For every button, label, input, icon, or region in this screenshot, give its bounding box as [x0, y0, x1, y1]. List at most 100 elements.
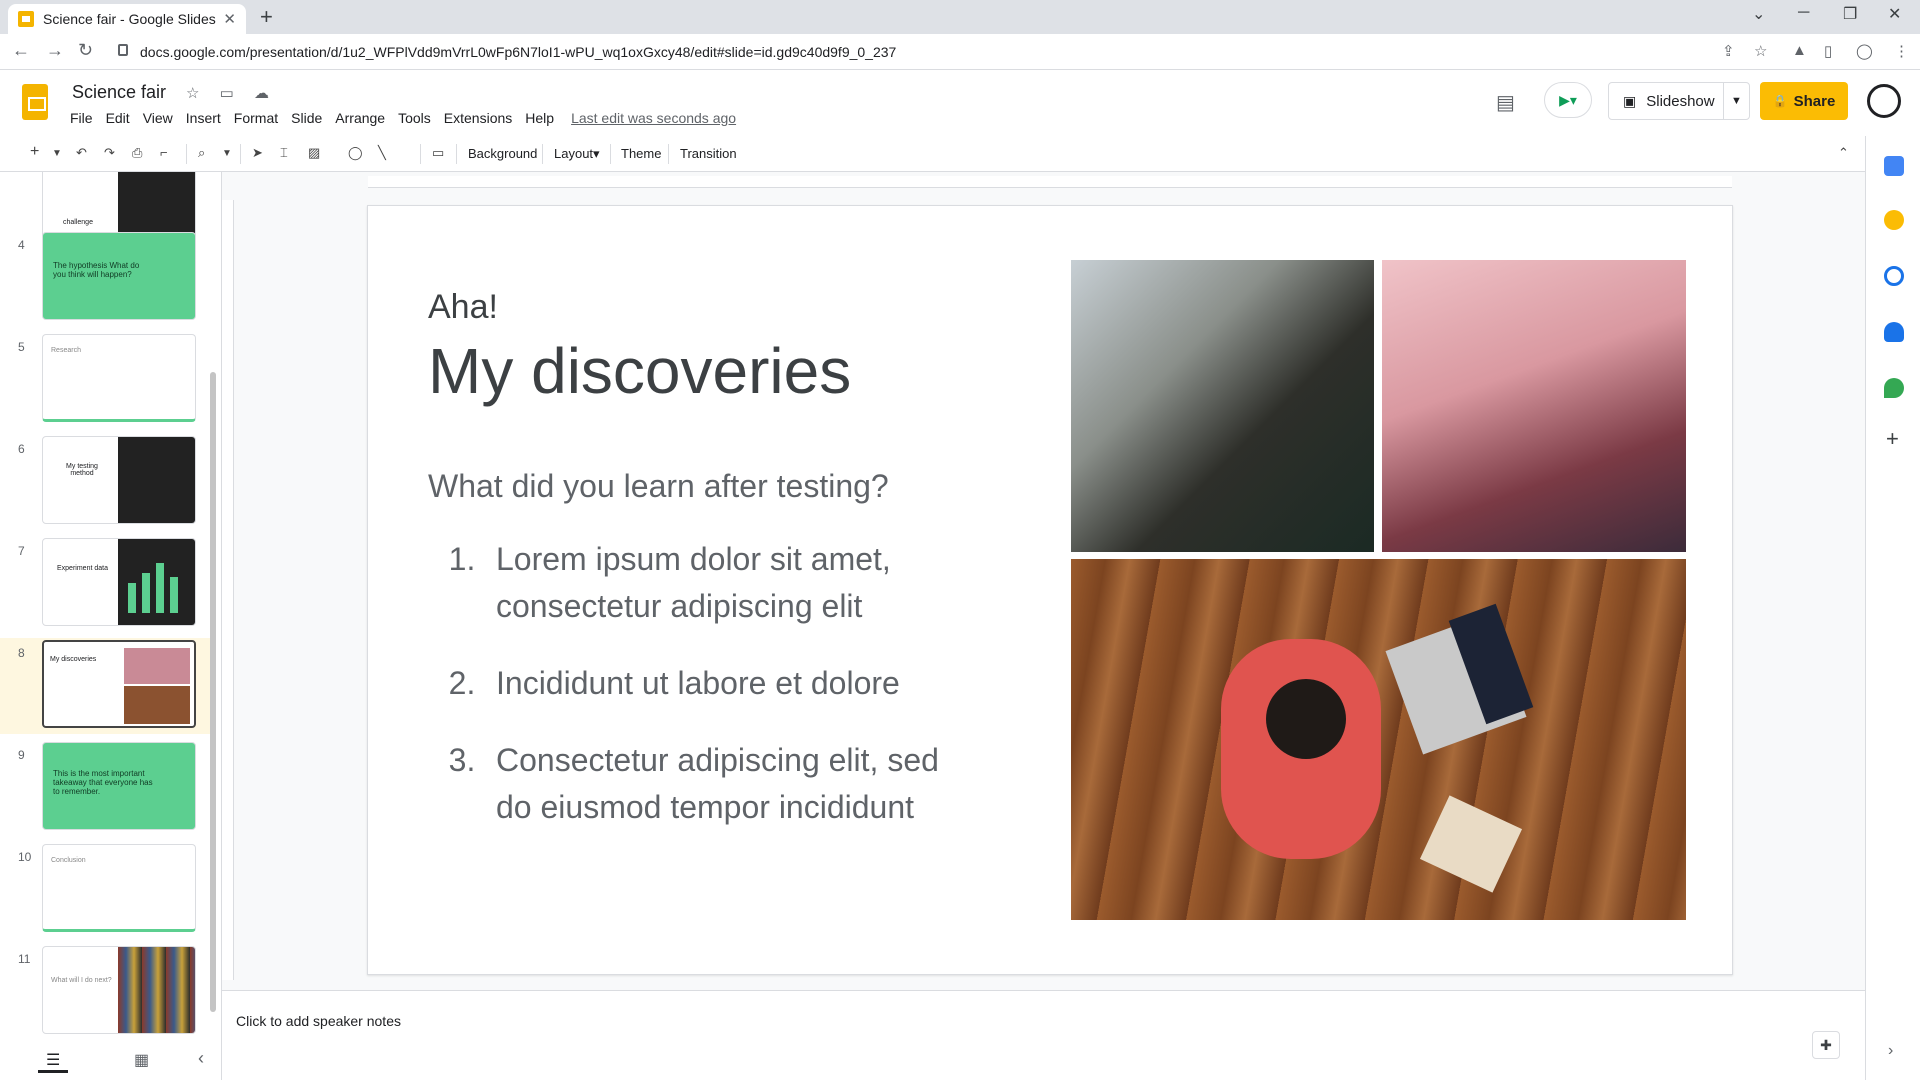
select-cursor-icon[interactable]: ➤ [252, 145, 263, 161]
slide-kicker[interactable]: Aha! [428, 288, 498, 327]
share-button[interactable]: 🔒 Share [1760, 82, 1848, 120]
menu-insert[interactable]: Insert [186, 110, 221, 126]
slide-list[interactable]: 1. Lorem ipsum dolor sit amet, consectet… [428, 536, 968, 861]
new-slide-icon[interactable]: + [30, 143, 39, 161]
bookmark-star-icon[interactable]: ☆ [1754, 42, 1767, 60]
speaker-notes-placeholder[interactable]: Click to add speaker notes [236, 1013, 401, 1029]
explore-icon[interactable]: ✚ [1812, 1031, 1840, 1059]
slide-thumbnail[interactable]: My testing method [42, 436, 196, 524]
comments-icon[interactable]: ▤ [1496, 90, 1515, 115]
filmstrip-scrollbar[interactable] [210, 372, 216, 1012]
current-slide[interactable]: Aha! My discoveries What did you learn a… [367, 205, 1733, 975]
add-addon-icon[interactable]: + [1886, 426, 1899, 452]
share-page-icon[interactable]: ⇪ [1722, 42, 1735, 60]
speaker-notes[interactable]: Click to add speaker notes ✚ [222, 990, 1865, 1080]
layout-button[interactable]: Layout▾ [554, 146, 600, 162]
thumbnail-row[interactable]: 11 What will I do next? [0, 944, 210, 1040]
extension-icon[interactable]: ▲ [1792, 42, 1807, 59]
keep-icon[interactable] [1884, 210, 1904, 230]
text-box-icon[interactable]: ⌶ [280, 145, 288, 161]
zoom-icon[interactable]: ⌕ [198, 145, 205, 161]
side-panel-icon[interactable]: ▯ [1824, 42, 1832, 60]
close-window-icon[interactable]: ✕ [1888, 4, 1901, 24]
menu-file[interactable]: File [70, 110, 93, 126]
menu-format[interactable]: Format [234, 110, 278, 126]
slide-question[interactable]: What did you learn after testing? [428, 468, 889, 505]
meet-icon: ▶▾ [1559, 91, 1577, 108]
contacts-icon[interactable] [1884, 322, 1904, 342]
thumbnail-row[interactable]: 4 The hypothesis What do you think will … [0, 230, 210, 326]
document-title[interactable]: Science fair [72, 82, 166, 103]
menu-tools[interactable]: Tools [398, 110, 431, 126]
undo-icon[interactable]: ↶ [76, 145, 87, 161]
thumbnail-row[interactable]: 10 Conclusion [0, 842, 210, 938]
add-comment-icon[interactable]: ▭ [432, 145, 444, 161]
meet-button[interactable]: ▶▾ [1544, 82, 1592, 118]
cloud-status-icon[interactable]: ☁ [254, 85, 269, 102]
slide-thumbnail-selected[interactable]: My discoveries [42, 640, 196, 728]
reload-icon[interactable]: ↻ [78, 40, 93, 61]
slide-thumbnail[interactable]: Experiment data [42, 538, 196, 626]
menu-extensions[interactable]: Extensions [444, 110, 512, 126]
menu-slide[interactable]: Slide [291, 110, 322, 126]
menu-view[interactable]: View [143, 110, 173, 126]
restore-icon[interactable]: ❐ [1843, 4, 1857, 24]
account-avatar[interactable] [1867, 84, 1901, 118]
menu-arrange[interactable]: Arrange [335, 110, 385, 126]
calendar-icon[interactable] [1884, 156, 1904, 176]
workbench-photo[interactable] [1382, 260, 1686, 552]
filmstrip-view-icon[interactable]: ☰ [38, 1050, 69, 1073]
thumbnail-row[interactable]: 6 My testing method [0, 434, 210, 530]
line-icon[interactable]: ╲ [378, 145, 386, 161]
last-edit-link[interactable]: Last edit was seconds ago [571, 110, 736, 126]
move-folder-icon[interactable]: ▭ [220, 85, 234, 102]
slide-thumbnail[interactable]: What will I do next? [42, 946, 196, 1034]
image-icon[interactable]: ▨ [308, 145, 320, 161]
print-icon[interactable]: ⎙ [132, 145, 142, 161]
thumb-text: Conclusion [51, 857, 86, 864]
maps-icon[interactable] [1884, 378, 1904, 398]
menu-help[interactable]: Help [525, 110, 554, 126]
menu-edit[interactable]: Edit [106, 110, 130, 126]
expand-panel-icon[interactable]: › [1888, 1042, 1893, 1060]
close-tab-icon[interactable]: ✕ [223, 10, 236, 28]
browser-menu-icon[interactable]: ⋮ [1894, 42, 1909, 60]
new-tab-icon[interactable]: + [260, 4, 273, 30]
thumbnail-row[interactable]: 7 Experiment data [0, 536, 210, 632]
profile-icon[interactable]: ◯ [1856, 42, 1873, 60]
star-icon[interactable]: ☆ [186, 85, 199, 102]
minimize-icon[interactable]: ─ [1798, 4, 1809, 22]
url-field[interactable]: docs.google.com/presentation/d/1u2_WFPlV… [108, 38, 1888, 66]
laptop-floor-photo[interactable] [1071, 559, 1686, 920]
paint-format-icon[interactable]: ⌐ [160, 145, 168, 160]
slideshow-dropdown-icon[interactable]: ▼ [1723, 83, 1749, 119]
slide-title[interactable]: My discoveries [428, 334, 851, 408]
forward-icon[interactable]: → [46, 40, 64, 61]
theme-button[interactable]: Theme [621, 146, 661, 161]
redo-icon[interactable]: ↷ [104, 145, 115, 161]
shape-icon[interactable]: ◯ [348, 145, 363, 161]
thumbnail-row[interactable]: 9 This is the most important takeaway th… [0, 740, 210, 836]
soldering-photo[interactable] [1071, 260, 1374, 552]
slide-thumbnail[interactable]: Research [42, 334, 196, 422]
tasks-icon[interactable] [1884, 266, 1904, 286]
collapse-toolbar-icon[interactable]: ⌃ [1838, 145, 1849, 161]
new-slide-dropdown-icon[interactable]: ▼ [52, 148, 62, 159]
vertical-ruler[interactable] [222, 200, 234, 980]
slideshow-button[interactable]: ▣ Slideshow ▼ [1608, 82, 1750, 120]
back-icon[interactable]: ← [12, 40, 30, 61]
tab-list-icon[interactable]: ⌄ [1752, 4, 1765, 24]
transition-button[interactable]: Transition [680, 146, 737, 161]
slide-thumbnail[interactable]: This is the most important takeaway that… [42, 742, 196, 830]
slide-thumbnail[interactable]: The hypothesis What do you think will ha… [42, 232, 196, 320]
grid-view-icon[interactable]: ▦ [134, 1050, 149, 1070]
thumbnail-row[interactable]: 5 Research [0, 332, 210, 428]
browser-tab[interactable]: Science fair - Google Slides ✕ [8, 4, 246, 34]
slide-thumbnail[interactable]: Conclusion [42, 844, 196, 932]
background-button[interactable]: Background [468, 146, 537, 161]
horizontal-ruler[interactable] [368, 176, 1732, 188]
zoom-dropdown-icon[interactable]: ▼ [222, 148, 232, 159]
slides-logo-icon[interactable] [22, 84, 48, 120]
thumbnail-row-selected[interactable]: 8 My discoveries [0, 638, 210, 734]
collapse-filmstrip-icon[interactable]: ‹ [198, 1048, 204, 1069]
